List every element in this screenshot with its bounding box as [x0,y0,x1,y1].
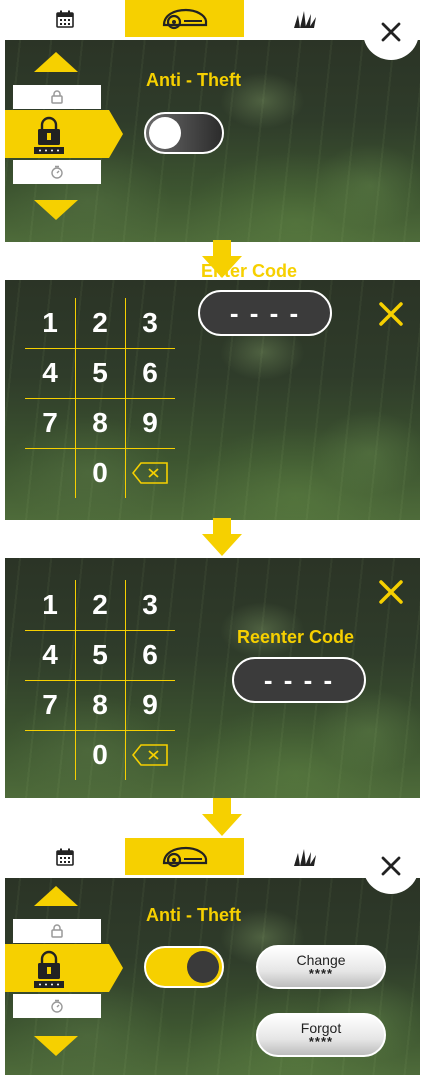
anti-theft-toggle[interactable] [144,946,224,988]
keypad: 1 2 3 4 5 6 7 8 9 0 [25,580,175,780]
code-input[interactable]: - - - - [198,290,332,336]
forgot-code-button[interactable]: Forgot **** [256,1013,386,1057]
flow-arrow-down-icon [202,798,242,836]
key-8[interactable]: 8 [75,680,125,730]
lock-icon [51,90,63,104]
backspace-icon[interactable] [132,462,168,484]
menu-item-pin-lock-selected[interactable] [5,944,123,992]
tab-mower[interactable] [125,0,244,37]
menu-down-arrow[interactable] [34,1036,78,1056]
close-button[interactable] [363,4,419,60]
change-button-label: Change [296,952,346,968]
key-4[interactable]: 4 [25,348,75,398]
backspace-icon[interactable] [132,744,168,766]
change-button-mask: **** [308,966,334,981]
menu-item-timer[interactable] [13,160,101,184]
tab-grass[interactable] [280,0,330,37]
calendar-icon [56,10,74,28]
change-code-button[interactable]: Change **** [256,945,386,989]
key-7[interactable]: 7 [25,398,75,448]
key-6[interactable]: 6 [125,348,175,398]
key-5[interactable]: 5 [75,348,125,398]
forgot-button-label: Forgot [300,1020,342,1036]
key-1[interactable]: 1 [25,580,75,630]
code-input[interactable]: - - - - [232,657,366,703]
reenter-code-title: Reenter Code [237,627,355,647]
forgot-button-mask: **** [308,1034,334,1049]
tab-bar [0,838,425,875]
menu-item-pin-lock-selected[interactable] [5,110,123,158]
key-0[interactable]: 0 [75,730,125,780]
key-3[interactable]: 3 [125,580,175,630]
tab-bar [0,0,425,37]
flow-arrow-down-icon [202,518,242,556]
mower-icon [162,846,207,867]
menu-item-timer[interactable] [13,994,101,1018]
key-5[interactable]: 5 [75,630,125,680]
menu-up-arrow[interactable] [34,52,78,72]
keypad: 1 2 3 4 5 6 7 8 9 0 [25,298,175,498]
menu-up-arrow[interactable] [34,886,78,906]
close-button[interactable] [363,838,419,894]
tab-grass[interactable] [280,838,330,875]
timer-icon [51,165,63,179]
key-2[interactable]: 2 [75,580,125,630]
grass-icon [294,848,316,866]
toggle-knob [187,951,219,983]
close-icon [381,22,401,42]
key-0[interactable]: 0 [75,448,125,498]
menu-down-arrow[interactable] [34,200,78,220]
timer-icon [51,999,63,1013]
mower-icon [162,8,207,29]
key-7[interactable]: 7 [25,680,75,730]
key-9[interactable]: 9 [125,398,175,448]
tab-mower[interactable] [125,838,244,875]
tab-calendar[interactable] [40,0,90,37]
key-8[interactable]: 8 [75,398,125,448]
key-6[interactable]: 6 [125,630,175,680]
calendar-icon [56,848,74,866]
lock-icon [51,924,63,938]
toggle-knob [149,117,181,149]
key-2[interactable]: 2 [75,298,125,348]
cancel-icon[interactable] [377,300,405,328]
grass-icon [294,10,316,28]
menu-item-lock[interactable] [13,85,101,109]
menu-item-lock[interactable] [13,919,101,943]
key-9[interactable]: 9 [125,680,175,730]
key-4[interactable]: 4 [25,630,75,680]
cancel-icon[interactable] [377,578,405,606]
key-3[interactable]: 3 [125,298,175,348]
tab-calendar[interactable] [40,838,90,875]
screen-title: Anti - Theft [146,70,241,90]
close-icon [381,856,401,876]
anti-theft-toggle[interactable] [144,112,224,154]
screen-title: Anti - Theft [146,905,241,925]
key-1[interactable]: 1 [25,298,75,348]
enter-code-title: Enter Code [201,261,298,281]
